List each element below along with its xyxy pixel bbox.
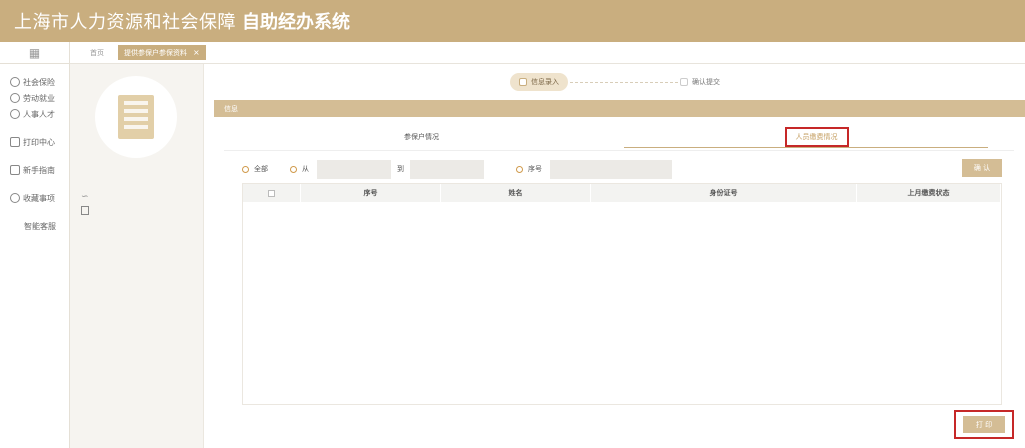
- select-all-checkbox[interactable]: [268, 189, 275, 197]
- nav-hr-talent[interactable]: 人事人才: [10, 106, 69, 122]
- edit-icon: [519, 78, 527, 86]
- user-icon: ∽: [81, 192, 89, 202]
- info-section-bar: 信息: [214, 100, 1025, 117]
- step-info-entry: 信息录入: [510, 73, 568, 91]
- print-button[interactable]: 打 印: [963, 416, 1005, 433]
- step-confirm: 确认提交: [680, 77, 720, 87]
- tab-active[interactable]: 提供参保户参保资料 ×: [118, 45, 206, 60]
- to-input[interactable]: [410, 159, 484, 179]
- step-indicator: 信息录入 确认提交: [510, 72, 720, 92]
- tab-active-label: 提供参保户参保资料: [124, 48, 187, 57]
- main-content: 信息录入 确认提交 信息 参保户情况 人员缴费情况 全部 从 到 序号 确 认 …: [204, 64, 1025, 448]
- nav-label: 人事人才: [23, 109, 55, 119]
- tab-bar: 首页 提供参保户参保资料 ×: [70, 42, 1025, 64]
- building-icon: [118, 95, 154, 139]
- subtab-label: 人员缴费情况: [784, 127, 849, 147]
- radio-seq[interactable]: [516, 165, 523, 173]
- close-icon[interactable]: ×: [193, 48, 200, 57]
- check-icon: [680, 78, 688, 86]
- star-icon: [10, 193, 20, 203]
- payment-table: 序号 姓名 身份证号 上月缴费状态: [242, 183, 1002, 405]
- subtab-label: 参保户情况: [404, 133, 439, 141]
- app-header: 上海市人力资源和社会保障 自助经办系统: [0, 0, 1025, 42]
- nav-favorites[interactable]: 收藏事项: [10, 190, 69, 206]
- nav-label: 打印中心: [23, 137, 55, 147]
- step-connector: [570, 81, 678, 83]
- shield-icon: [10, 77, 20, 87]
- nav-print-center[interactable]: 打印中心: [10, 134, 69, 150]
- tab-home[interactable]: 首页: [90, 48, 104, 58]
- document-icon: [81, 206, 89, 215]
- nav-label: 收藏事项: [23, 193, 55, 203]
- subtab-insured-status[interactable]: 参保户情况: [224, 124, 619, 150]
- col-seq: 序号: [301, 184, 441, 202]
- col-id: 身份证号: [591, 184, 857, 202]
- from-input[interactable]: [317, 159, 391, 179]
- printer-icon: [10, 137, 20, 147]
- nav-label: 智能客服: [24, 221, 56, 231]
- seq-input[interactable]: [550, 159, 672, 179]
- nav-ai-service[interactable]: 智能客服: [24, 218, 69, 234]
- grid-menu-icon[interactable]: ▦: [0, 42, 69, 64]
- left-nav: ▦ 社会保险 劳动就业 人事人才 打印中心 新手指南 收藏事项 智能客服: [0, 42, 70, 448]
- app-subtitle: 自助经办系统: [242, 12, 350, 33]
- guide-icon: [10, 165, 20, 175]
- step-label: 信息录入: [531, 78, 559, 86]
- radio-from-label: 从: [302, 165, 309, 173]
- avatar: [95, 76, 177, 158]
- col-name: 姓名: [441, 184, 591, 202]
- people-icon: [10, 109, 20, 119]
- app-title: 上海市人力资源和社会保障: [14, 12, 236, 33]
- to-label: 到: [397, 165, 404, 173]
- nav-label: 劳动就业: [23, 93, 55, 103]
- col-last-month-status: 上月缴费状态: [857, 184, 1001, 202]
- nav-label: 新手指南: [23, 165, 55, 175]
- nav-social-insurance[interactable]: 社会保险: [10, 74, 69, 90]
- divider: [224, 150, 1014, 151]
- select-all-cell: [243, 184, 301, 202]
- subtab-underline: [624, 147, 988, 148]
- person-icon: [10, 93, 20, 103]
- confirm-button[interactable]: 确 认: [962, 159, 1002, 177]
- radio-from[interactable]: [290, 165, 297, 173]
- profile-panel: ∽ ◀: [70, 64, 274, 448]
- print-highlight: 打 印: [954, 410, 1014, 439]
- radio-all[interactable]: [242, 165, 249, 173]
- nav-employment[interactable]: 劳动就业: [10, 90, 69, 106]
- step-label: 确认提交: [692, 78, 720, 86]
- radio-all-label: 全部: [254, 165, 268, 173]
- table-header: 序号 姓名 身份证号 上月缴费状态: [243, 184, 1001, 202]
- nav-label: 社会保险: [23, 77, 55, 87]
- nav-guide[interactable]: 新手指南: [10, 162, 69, 178]
- radio-seq-label: 序号: [528, 165, 542, 173]
- filter-row: 全部 从 到 序号: [242, 159, 672, 179]
